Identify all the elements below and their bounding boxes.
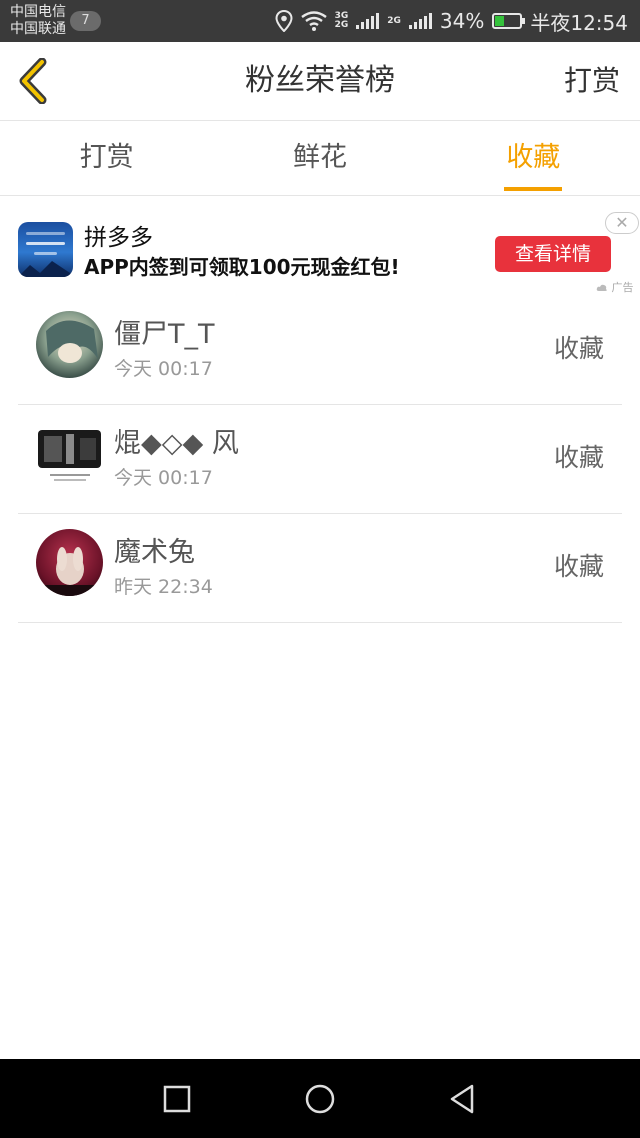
fan-time: 今天 00:17 [114,358,213,380]
tab-favorites[interactable]: 收藏 [427,121,640,195]
fan-time: 昨天 22:34 [114,576,213,598]
list-item[interactable]: 魔术兔 昨天 22:34 收藏 [18,514,622,623]
tab-flowers[interactable]: 鲜花 [213,121,426,195]
fan-list: 僵尸T_T 今天 00:17 收藏 焜◆◇◆ 风 今天 00:17 收藏 魔术兔… [18,296,622,623]
network-type-3g-2g: 3G 2G [334,11,349,30]
ad-tag: 广告 [596,279,634,295]
favorite-label: 收藏 [553,443,604,472]
list-item[interactable]: 僵尸T_T 今天 00:17 收藏 [18,296,622,405]
network-type-2g: 2G [387,15,401,26]
fan-name: 僵尸T_T [114,319,215,350]
signal-strength-icon-2 [408,13,432,29]
list-item[interactable]: 焜◆◇◆ 风 今天 00:17 收藏 [18,405,622,514]
cloud-icon [596,284,607,291]
favorite-label: 收藏 [553,334,604,363]
status-time: 半夜12:54 [530,10,628,35]
fan-name: 焜◆◇◆ 风 [114,428,239,459]
tab-bar: 打赏 鲜花 收藏 [0,121,640,196]
recent-apps-icon[interactable] [157,1079,197,1119]
ad-description: APP内签到可领取100元现金红包! [84,255,400,279]
battery-percent: 34% [439,9,485,33]
home-icon[interactable] [300,1079,340,1119]
fan-time: 今天 00:17 [114,467,213,489]
close-icon[interactable]: ✕ [605,212,639,234]
ad-app-icon [18,222,73,277]
carrier-1: 中国电信 [10,4,66,20]
status-bar: 中国电信 中国联通 7 3G 2G 2G 34% 半夜12:54 [0,0,640,42]
avatar [36,529,103,596]
ad-app-name: 拼多多 [84,225,153,251]
signal-strength-icon-1 [356,13,380,29]
avatar [36,420,103,487]
carrier-2: 中国联通 [10,21,66,37]
page-title: 粉丝荣誉榜 [245,63,395,98]
view-details-button[interactable]: 查看详情 [495,236,611,272]
tab-reward[interactable]: 打赏 [0,121,213,195]
battery-fill [495,16,504,26]
back-icon[interactable] [442,1079,482,1119]
status-icons: 3G 2G 2G 34% 半夜12:54 [275,0,628,42]
header: 粉丝荣誉榜 打赏 [0,42,640,121]
ad-banner[interactable]: 拼多多 APP内签到可领取100元现金红包! 查看详情 ✕ 广告 [0,196,640,296]
fan-name: 魔术兔 [114,537,195,568]
notification-count-badge: 7 [70,11,101,31]
navigation-bar [0,1059,640,1138]
wifi-icon [300,11,327,31]
avatar [36,311,103,378]
favorite-label: 收藏 [553,552,604,581]
reward-button[interactable]: 打赏 [564,42,620,120]
location-icon [275,10,293,32]
carrier-labels: 中国电信 中国联通 [10,4,66,38]
battery-icon [492,13,526,29]
